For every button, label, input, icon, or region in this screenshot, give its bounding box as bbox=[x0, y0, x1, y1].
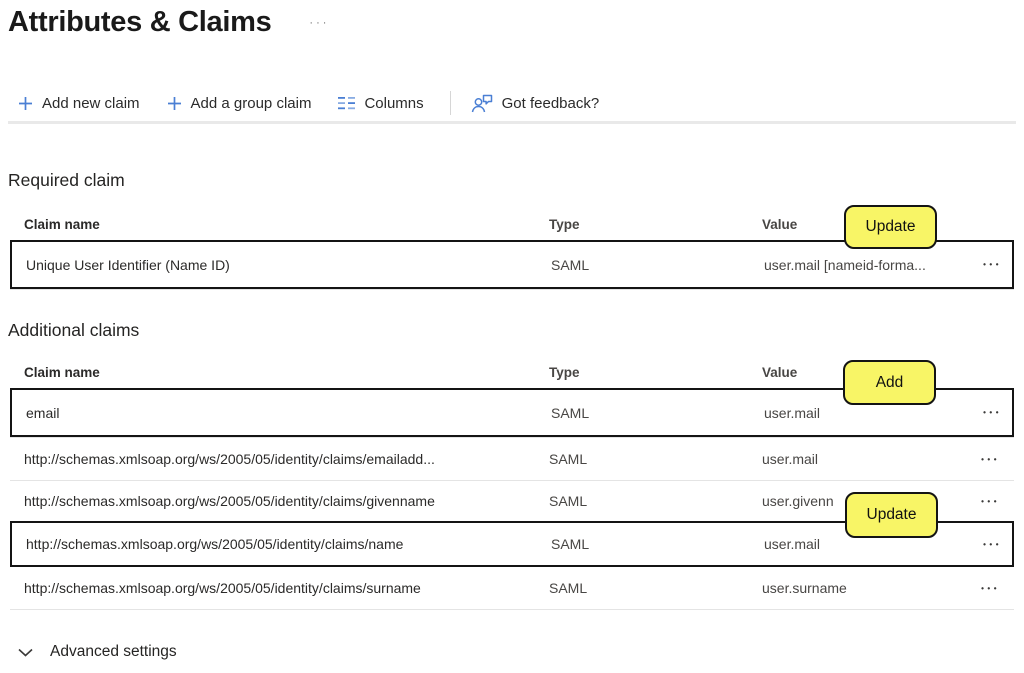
claim-name-cell: http://schemas.xmlsoap.org/ws/2005/05/id… bbox=[24, 580, 549, 596]
required-claim-heading: Required claim bbox=[8, 170, 125, 191]
claim-type-cell: SAML bbox=[549, 580, 762, 596]
plus-icon bbox=[18, 96, 33, 111]
advanced-settings-toggle[interactable]: Advanced settings bbox=[18, 643, 177, 661]
toolbar-divider bbox=[450, 91, 451, 115]
additional-claims-heading: Additional claims bbox=[8, 320, 139, 341]
column-header-claim-name: Claim name bbox=[24, 365, 549, 380]
claim-value-cell: user.mail bbox=[762, 451, 974, 467]
claim-name-cell: Unique User Identifier (Name ID) bbox=[26, 257, 551, 273]
feedback-icon bbox=[471, 94, 493, 113]
row-actions-button[interactable]: ••• bbox=[974, 584, 1014, 593]
page-header: Attributes & Claims ··· bbox=[8, 6, 329, 39]
row-actions-button[interactable]: ••• bbox=[976, 260, 1016, 269]
row-actions-button[interactable]: ••• bbox=[976, 408, 1016, 417]
toolbar-separator bbox=[8, 121, 1016, 124]
annotation-label: Update bbox=[866, 218, 916, 236]
claim-type-cell: SAML bbox=[551, 536, 764, 552]
row-actions-button[interactable]: ••• bbox=[974, 497, 1014, 506]
command-bar: Add new claim Add a group claim Columns bbox=[18, 88, 599, 118]
annotation-add-email-claim: Add bbox=[843, 360, 936, 405]
claim-type-cell: SAML bbox=[549, 493, 762, 509]
got-feedback-label: Got feedback? bbox=[502, 95, 600, 112]
chevron-down-icon bbox=[18, 648, 33, 657]
attributes-claims-page: Attributes & Claims ··· Add new claim Ad… bbox=[0, 0, 1024, 673]
annotation-label: Add bbox=[876, 374, 904, 392]
annotation-update-name-claim: Update bbox=[845, 492, 938, 538]
row-separator bbox=[10, 289, 1014, 290]
columns-icon bbox=[338, 97, 355, 110]
columns-button[interactable]: Columns bbox=[338, 95, 423, 112]
claim-value-cell: user.surname bbox=[762, 580, 974, 596]
add-new-claim-button[interactable]: Add new claim bbox=[18, 95, 140, 112]
page-title: Attributes & Claims bbox=[8, 6, 271, 39]
annotation-update-required-claim: Update bbox=[844, 205, 937, 249]
columns-label: Columns bbox=[364, 95, 423, 112]
claim-name-cell: http://schemas.xmlsoap.org/ws/2005/05/id… bbox=[24, 451, 549, 467]
advanced-settings-label: Advanced settings bbox=[50, 643, 177, 661]
claim-name-cell: http://schemas.xmlsoap.org/ws/2005/05/id… bbox=[26, 536, 551, 552]
claim-type-cell: SAML bbox=[551, 405, 764, 421]
claim-name-cell: email bbox=[26, 405, 551, 421]
claim-value-cell: user.mail bbox=[764, 536, 976, 552]
more-options-icon[interactable]: ··· bbox=[309, 18, 329, 29]
annotation-label: Update bbox=[867, 506, 917, 524]
table-row-emailaddress[interactable]: http://schemas.xmlsoap.org/ws/2005/05/id… bbox=[10, 438, 1014, 480]
add-group-claim-button[interactable]: Add a group claim bbox=[167, 95, 312, 112]
claim-value-cell: user.mail bbox=[764, 405, 976, 421]
add-new-claim-label: Add new claim bbox=[42, 95, 140, 112]
add-group-claim-label: Add a group claim bbox=[191, 95, 312, 112]
column-header-type: Type bbox=[549, 365, 762, 380]
claim-name-cell: http://schemas.xmlsoap.org/ws/2005/05/id… bbox=[24, 493, 549, 509]
row-separator bbox=[10, 609, 1014, 610]
claim-value-cell: user.mail [nameid-forma... bbox=[764, 257, 976, 273]
claim-type-cell: SAML bbox=[551, 257, 764, 273]
plus-icon bbox=[167, 96, 182, 111]
column-header-claim-name: Claim name bbox=[24, 217, 549, 232]
row-actions-button[interactable]: ••• bbox=[974, 455, 1014, 464]
got-feedback-button[interactable]: Got feedback? bbox=[471, 94, 600, 113]
row-actions-button[interactable]: ••• bbox=[976, 540, 1016, 549]
column-header-type: Type bbox=[549, 217, 762, 232]
claim-type-cell: SAML bbox=[549, 451, 762, 467]
table-row-surname[interactable]: http://schemas.xmlsoap.org/ws/2005/05/id… bbox=[10, 567, 1014, 609]
